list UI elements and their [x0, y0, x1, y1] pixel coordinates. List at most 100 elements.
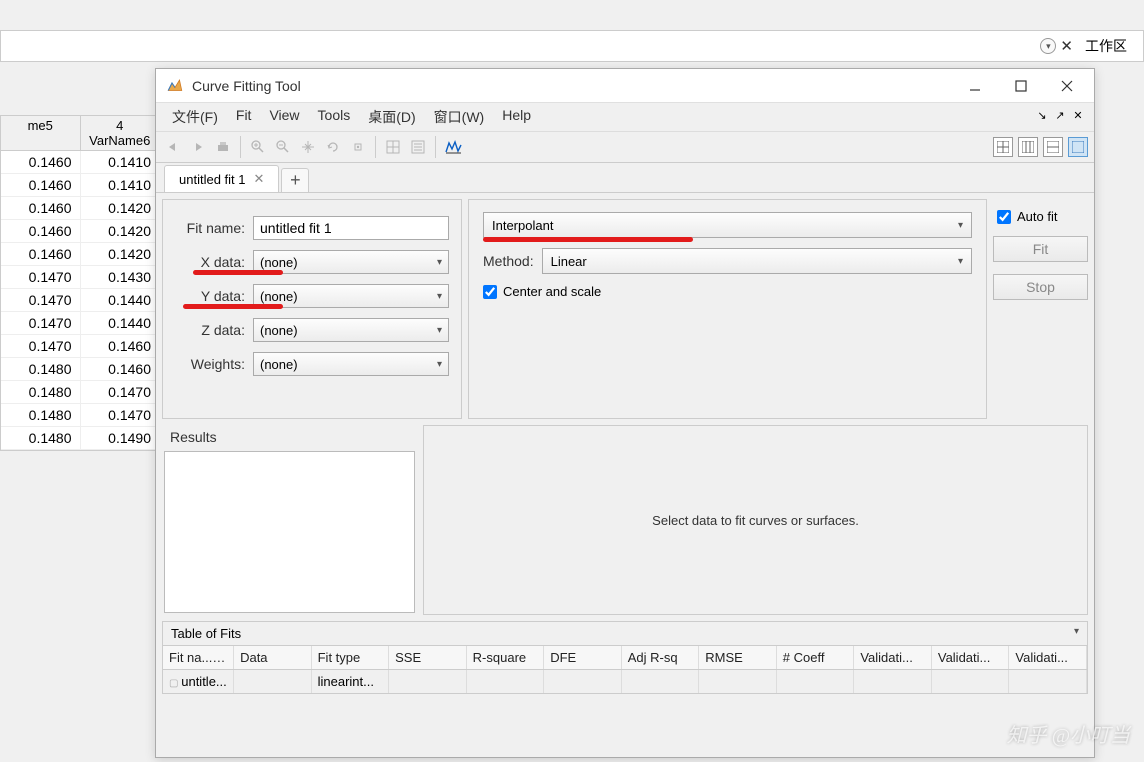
toolbar	[156, 131, 1094, 163]
tab-add-button[interactable]: +	[281, 168, 309, 192]
menu-desktop[interactable]: 桌面(D)	[360, 103, 423, 131]
menu-view[interactable]: View	[261, 103, 307, 131]
residuals-icon[interactable]	[442, 136, 464, 158]
center-scale-checkbox[interactable]	[483, 285, 497, 299]
annotation-mark	[483, 237, 693, 242]
weights-label: Weights:	[175, 356, 253, 372]
window-title: Curve Fitting Tool	[192, 78, 952, 94]
fits-row-cell[interactable]	[932, 670, 1010, 693]
close-panel-icon[interactable]: ✕	[1060, 37, 1073, 55]
fits-header-cell[interactable]: RMSE	[699, 646, 777, 669]
fits-header-cell[interactable]: Adj R-sq	[622, 646, 700, 669]
undock-icon[interactable]: ↗	[1052, 109, 1068, 125]
fits-header-cell[interactable]: R-square	[467, 646, 545, 669]
collapse-icon[interactable]: ▾	[1074, 626, 1079, 641]
legend-icon[interactable]	[407, 136, 429, 158]
layout-1-icon[interactable]	[993, 137, 1013, 157]
fits-row-cell[interactable]: untitle...	[163, 670, 234, 693]
arrow-right-icon[interactable]	[187, 136, 209, 158]
close-button[interactable]	[1044, 70, 1090, 102]
fit-type-select[interactable]: Interpolant	[483, 212, 972, 238]
ydata-label: Y data:	[175, 288, 253, 304]
annotation-mark	[193, 270, 283, 275]
maximize-button[interactable]	[998, 70, 1044, 102]
zdata-label: Z data:	[175, 322, 253, 338]
menu-help[interactable]: Help	[494, 103, 539, 131]
layout-4-icon[interactable]	[1068, 137, 1088, 157]
fit-actions-panel: Auto fit Fit Stop	[993, 199, 1088, 419]
fits-header-cell[interactable]: Data	[234, 646, 312, 669]
tab-untitled-fit[interactable]: untitled fit 1 ✕	[164, 165, 279, 192]
fits-header-cell[interactable]: DFE	[544, 646, 622, 669]
fits-header-cell[interactable]: Fit type	[312, 646, 390, 669]
tab-close-icon[interactable]: ✕	[254, 171, 265, 187]
menu-window[interactable]: 窗口(W)	[426, 103, 493, 131]
results-panel: Results	[162, 425, 417, 615]
fits-title: Table of Fits	[171, 626, 241, 641]
fit-config-panel: Fit name: X data: (none) Y data: (none) …	[162, 199, 462, 419]
fits-header-cell[interactable]: # Coeff	[777, 646, 855, 669]
arrow-left-icon[interactable]	[162, 136, 184, 158]
autofit-checkbox[interactable]	[997, 210, 1011, 224]
fits-row-cell[interactable]	[699, 670, 777, 693]
results-content	[164, 451, 415, 613]
menu-fit[interactable]: Fit	[228, 103, 260, 131]
fits-row-cell[interactable]	[389, 670, 467, 693]
data-cursor-icon[interactable]	[347, 136, 369, 158]
dropdown-circle-icon[interactable]: ▾	[1040, 38, 1056, 54]
parent-toolbar: ▾ ✕ 工作区	[0, 30, 1144, 62]
fits-row-cell[interactable]	[467, 670, 545, 693]
layout-3-icon[interactable]	[1043, 137, 1063, 157]
stop-button[interactable]: Stop	[993, 274, 1088, 300]
fits-header-cell[interactable]: Validati...	[932, 646, 1010, 669]
autofit-label: Auto fit	[1017, 209, 1057, 224]
method-select[interactable]: Linear	[542, 248, 972, 274]
close-doc-icon[interactable]: ✕	[1070, 109, 1086, 125]
rotate-icon[interactable]	[322, 136, 344, 158]
zoom-out-icon[interactable]	[272, 136, 294, 158]
fit-button[interactable]: Fit	[993, 236, 1088, 262]
fits-row-cell[interactable]	[544, 670, 622, 693]
dock-down-icon[interactable]: ↘	[1034, 109, 1050, 125]
grid-icon[interactable]	[382, 136, 404, 158]
weights-select[interactable]: (none)	[253, 352, 449, 376]
minimize-button[interactable]	[952, 70, 998, 102]
annotation-mark	[183, 304, 283, 309]
table-of-fits-panel: Table of Fits ▾ Fit na... ▲DataFit typeS…	[162, 621, 1088, 694]
method-config-panel: Interpolant Method: Linear Center and sc…	[468, 199, 987, 419]
watermark: 知乎 @小叮当	[1007, 719, 1130, 748]
plot-panel: Select data to fit curves or surfaces.	[423, 425, 1088, 615]
fits-row-cell[interactable]	[854, 670, 932, 693]
print-icon[interactable]	[212, 136, 234, 158]
background-data-table: me5 4VarName6 0.14600.14100.14600.14100.…	[0, 115, 160, 451]
zoom-in-icon[interactable]	[247, 136, 269, 158]
fitname-input[interactable]	[253, 216, 449, 240]
bg-col-header-b: 4VarName6	[81, 116, 160, 150]
fit-tabs: untitled fit 1 ✕ +	[156, 163, 1094, 193]
method-label: Method:	[483, 253, 534, 269]
fits-row-cell[interactable]	[777, 670, 855, 693]
fits-header-cell[interactable]: Validati...	[1009, 646, 1087, 669]
titlebar[interactable]: Curve Fitting Tool	[156, 69, 1094, 103]
workspace-label: 工作区	[1085, 36, 1127, 56]
menu-file[interactable]: 文件(F)	[164, 103, 226, 131]
plot-placeholder: Select data to fit curves or surfaces.	[652, 513, 859, 528]
fits-row-cell[interactable]	[1009, 670, 1087, 693]
app-icon	[166, 77, 184, 95]
fits-header-cell[interactable]: Fit na... ▲	[163, 646, 234, 669]
fits-header-cell[interactable]: SSE	[389, 646, 467, 669]
fits-header-cell[interactable]: Validati...	[854, 646, 932, 669]
fits-row-cell[interactable]	[234, 670, 312, 693]
menu-tools[interactable]: Tools	[310, 103, 359, 131]
fitname-label: Fit name:	[175, 220, 253, 236]
fits-row-cell[interactable]	[622, 670, 700, 693]
zdata-select[interactable]: (none)	[253, 318, 449, 342]
bg-col-header-a: me5	[1, 116, 81, 150]
results-title: Results	[162, 425, 417, 449]
layout-2-icon[interactable]	[1018, 137, 1038, 157]
tab-label: untitled fit 1	[179, 172, 246, 187]
fits-row-cell[interactable]: linearint...	[312, 670, 390, 693]
xdata-label: X data:	[175, 254, 253, 270]
center-scale-label: Center and scale	[503, 284, 601, 299]
pan-icon[interactable]	[297, 136, 319, 158]
